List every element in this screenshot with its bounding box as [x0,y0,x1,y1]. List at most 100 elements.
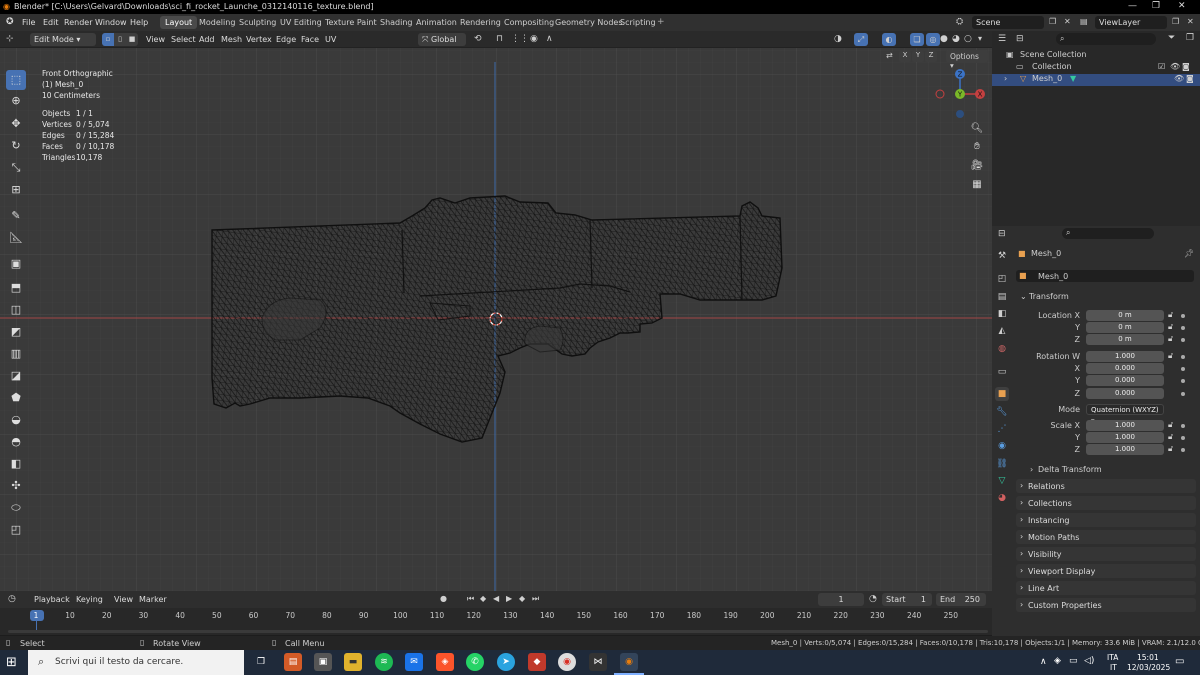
particles-tab-icon[interactable]: ⋰ [995,422,1009,436]
lock-icon[interactable]: 🔓︎ [1168,310,1173,320]
menu-view[interactable]: View [146,35,165,44]
app-icon-1[interactable]: ▤ [284,653,302,671]
task-view-icon[interactable]: ❐ [252,653,270,671]
menu-select[interactable]: Select [171,35,196,44]
delete-viewlayer-icon[interactable]: ✕ [1187,17,1194,26]
extrude-tool-icon[interactable]: ⬒ [6,278,26,298]
menu-marker[interactable]: Marker [139,595,167,604]
poly-build-tool-icon[interactable]: ⬟ [6,388,26,408]
render-camera-icon[interactable]: ◙ [1186,74,1194,83]
keyframe-dot[interactable] [1181,424,1185,428]
scene-selector[interactable]: Scene [972,16,1044,29]
scale-z-field[interactable]: 1.000 [1086,444,1164,455]
chrome-icon[interactable]: ◉ [558,653,576,671]
axis-x-toggle[interactable]: X [899,51,911,62]
minimize-icon[interactable]: — [1128,1,1137,11]
app-icon-3[interactable]: ◆ [528,653,546,671]
add-workspace-icon[interactable]: + [657,17,665,27]
mode-selector[interactable]: Edit Mode ▾ [30,33,96,46]
menu-keying[interactable]: Keying [76,595,103,604]
render-tab-icon[interactable]: ◰ [995,272,1009,286]
location-y-field[interactable]: 0 m [1086,322,1164,333]
hide-eye-icon[interactable]: 👁︎ [1174,74,1184,83]
annotate-tool-icon[interactable]: ✎ [6,206,26,226]
move-tool-icon[interactable]: ✥ [6,114,26,134]
file-explorer-icon[interactable]: ▬ [344,653,362,671]
section-collections[interactable]: › Collections [1016,496,1196,510]
keyframe-dot[interactable] [1181,392,1185,396]
select-box-tool-icon[interactable]: ⬚ [6,70,26,90]
data-tab-icon[interactable]: ▽ [995,474,1009,488]
shrink-fatten-tool-icon[interactable]: ✣ [6,476,26,496]
overlay-toggle-icon[interactable]: ◐ [882,33,896,46]
rotation-z-field[interactable]: 0.000 [1086,388,1164,399]
delete-scene-icon[interactable]: ✕ [1064,17,1071,26]
lock-icon[interactable]: 🔓︎ [1168,334,1173,344]
snap-icon[interactable]: ⊓ [496,34,503,44]
tab-scripting[interactable]: Scripting [615,16,661,29]
keyframe-dot[interactable] [1181,338,1185,342]
lock-icon[interactable]: 🔓︎ [1168,322,1173,332]
clock-time[interactable]: 15:01 [1137,653,1159,662]
tab-texture-paint[interactable]: Texture Paint [320,16,382,29]
clock-date[interactable]: 12/03/2025 [1127,663,1170,672]
gizmo-toggle-icon[interactable]: ⤢ [854,33,868,46]
options-dropdown[interactable]: Options ▾ [946,50,988,70]
location-x-field[interactable]: 0 m [1086,310,1164,321]
modifier-tab-icon[interactable]: 🔧︎ [995,405,1009,419]
section-line-art[interactable]: › Line Art [1016,581,1196,595]
menu-help[interactable]: Help [130,18,148,27]
rotation-mode-dropdown[interactable]: Quaternion (WXYZ) ▾ [1086,404,1164,425]
xray-toggle-icon[interactable]: ❏ [910,33,924,46]
menu-uv[interactable]: UV [325,35,336,44]
zoom-icon[interactable]: 🔍︎ [968,120,986,138]
taskbar-search[interactable]: ⌕ Scrivi qui il testo da cercare. [28,650,244,675]
record-icon[interactable]: ● [440,594,447,603]
output-tab-icon[interactable]: ▤ [995,290,1009,304]
lock-icon[interactable]: 🔓︎ [1168,432,1173,442]
outliner-row-mesh-0[interactable]: › ▽ Mesh_0 ▼ 👁︎ ◙ [992,74,1200,86]
clock-icon[interactable]: ◔ [869,594,877,604]
scale-tool-icon[interactable]: ⤡ [6,158,26,178]
lock-icon[interactable]: 🔓︎ [1168,444,1173,454]
physics-tab-icon[interactable]: ◉ [995,439,1009,453]
rotation-w-field[interactable]: 1.000 [1086,351,1164,362]
start-frame-field[interactable]: Start 1 [882,593,932,606]
app-icon-2[interactable]: ▣ [314,653,332,671]
face-select-icon[interactable]: ■ [126,33,138,46]
menu-playback[interactable]: Playback [34,595,70,604]
whatsapp-icon[interactable]: ✆ [466,653,484,671]
viewlayer-selector[interactable]: ViewLayer [1095,16,1167,29]
solid-shading-icon[interactable]: ● [940,34,948,44]
timeline-editor-icon[interactable]: ◷ [8,594,16,604]
loop-cut-tool-icon[interactable]: ▥ [6,344,26,364]
ortho-toggle-icon[interactable]: ▦ [968,176,986,194]
pivot-point-icon[interactable]: ⟲ [474,34,482,44]
menu-vertex[interactable]: Vertex [246,35,272,44]
new-collection-icon[interactable]: ❐ [1186,33,1194,43]
snap-target-icon[interactable]: ⋮⋮ [511,34,529,44]
tab-uv-editing[interactable]: UV Editing [275,16,327,29]
section-relations[interactable]: › Relations [1016,479,1196,493]
lock-icon[interactable]: 🔓︎ [1168,351,1173,361]
material-shading-icon[interactable]: ◕ [952,34,960,44]
section-motion-paths[interactable]: › Motion Paths [1016,530,1196,544]
scale-x-field[interactable]: 1.000 [1086,420,1164,431]
menu-edge[interactable]: Edge [276,35,296,44]
play-reverse-icon[interactable]: ◀ [493,594,499,603]
knife-tool-icon[interactable]: ◪ [6,366,26,386]
section-viewport-display[interactable]: › Viewport Display [1016,564,1196,578]
collection-tab-icon[interactable]: ▭ [995,365,1009,379]
proportional-edit-icon[interactable]: ◉ [530,34,538,44]
section-instancing[interactable]: › Instancing [1016,513,1196,527]
telegram-icon[interactable]: ➤ [497,653,515,671]
menu-edit[interactable]: Edit [43,18,59,27]
rotate-tool-icon[interactable]: ↻ [6,136,26,156]
inset-tool-icon[interactable]: ◫ [6,300,26,320]
axis-z-toggle[interactable]: Z [925,51,937,62]
spin-tool-icon[interactable]: ◒ [6,410,26,430]
vertex-select-icon[interactable]: ▫ [102,33,114,46]
navigation-gizmo[interactable]: Z X Y [932,66,988,122]
menu-timeline-view[interactable]: View [114,595,133,604]
keyframe-dot[interactable] [1181,367,1185,371]
